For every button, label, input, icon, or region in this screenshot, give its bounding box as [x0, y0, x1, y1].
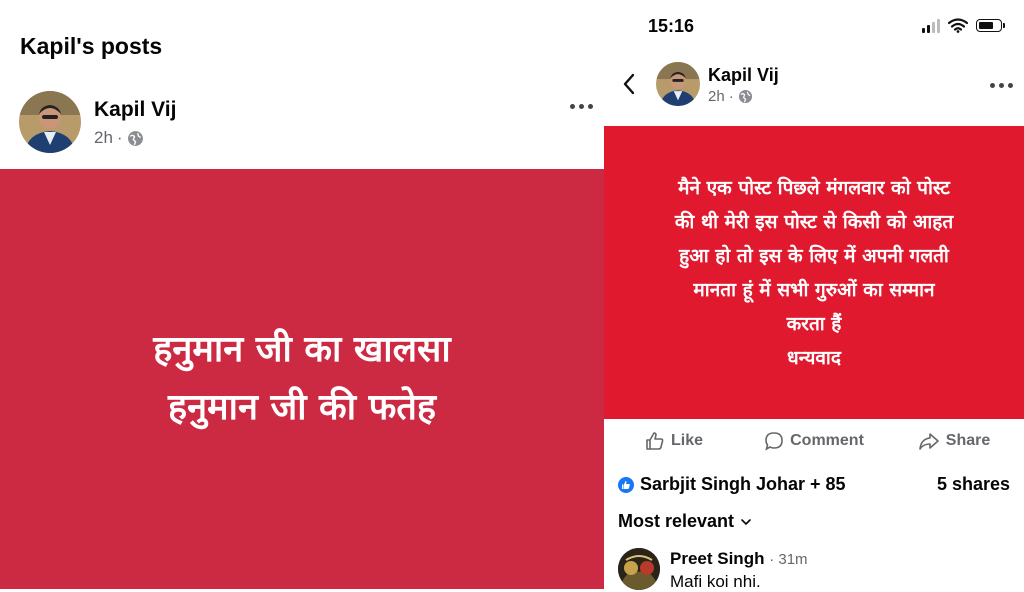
post-time: 2h [94, 128, 113, 147]
author-avatar[interactable] [656, 62, 700, 106]
thumbs-up-glyph [622, 480, 630, 489]
sort-label: Most relevant [618, 511, 735, 531]
more-options-button[interactable] [570, 104, 593, 109]
page-title: Kapil's posts [20, 33, 163, 59]
post-line: मानता हूं में सभी गुरुओं का सम्मान [693, 278, 935, 301]
dot [999, 83, 1004, 88]
comment-label: Comment [790, 432, 864, 449]
like-label: Like [670, 432, 703, 449]
dot [588, 104, 593, 109]
share-button[interactable]: Share [884, 431, 1024, 451]
commenter-name[interactable]: Preet Singh · 31m [670, 549, 808, 569]
like-reaction-icon [618, 476, 634, 493]
chevron-left-icon[interactable] [622, 72, 636, 96]
share-label: Share [945, 432, 991, 449]
thumbs-up-icon [646, 432, 664, 450]
post-line: धन्यवाद [787, 346, 841, 369]
avatar-image [19, 91, 81, 153]
more-options-button[interactable] [990, 83, 1013, 88]
dot [990, 83, 995, 88]
post-line: हनुमान जी की फतेह [168, 387, 436, 428]
status-time: 15:16 [648, 16, 695, 36]
chevron-down-icon [741, 518, 751, 525]
share-icon [918, 433, 939, 450]
comment-sort-dropdown[interactable]: Most relevant [618, 511, 752, 532]
comment-time: · 31m [769, 551, 808, 568]
comment-button[interactable]: Comment [744, 431, 884, 451]
dot [570, 104, 575, 109]
comment-text: Mafi koi nhi. [670, 572, 761, 591]
meta-separator: · [116, 128, 123, 147]
globe-icon [127, 130, 143, 146]
post-meta: 2h · [708, 88, 753, 105]
reactions-text: Sarbjit Singh Johar + 85 [640, 474, 846, 494]
avatar-image [656, 62, 700, 106]
dot [1008, 83, 1013, 88]
meta-separator: · [728, 88, 734, 105]
wifi-icon [948, 18, 968, 33]
author-name[interactable]: Kapil Vij [94, 98, 176, 122]
post-content: हनुमान जी का खालसा हनुमान जी की फतेह [0, 169, 604, 589]
battery-icon [976, 19, 1005, 32]
dot [579, 104, 584, 109]
avatar-image [618, 548, 660, 590]
status-icons [922, 18, 1005, 33]
commenter-avatar[interactable] [618, 548, 660, 590]
post-actions: Like Comment Share [604, 419, 1024, 463]
post-line: हुआ हो तो इस के लिए में अपनी गलती [679, 244, 949, 267]
reactions-summary[interactable]: Sarbjit Singh Johar + 85 [618, 474, 846, 495]
post-line: मैने एक पोस्ट पिछले मंगलवार को पोस्ट [678, 176, 950, 199]
signal-icon [922, 18, 940, 33]
post-line: हनुमान जी का खालसा [153, 329, 451, 370]
author-name[interactable]: Kapil Vij [708, 65, 779, 86]
shares-count[interactable]: 5 shares [937, 474, 1010, 495]
left-panel: Kapil's posts Kapil Vij 2h · हनुमान जी क… [0, 0, 604, 589]
post-content: मैने एक पोस्ट पिछले मंगलवार को पोस्ट की … [604, 126, 1024, 419]
author-avatar[interactable] [19, 91, 81, 153]
right-panel: 15:16 Kapil Vij 2h · मैने एक पोस्ट पिछले… [604, 0, 1024, 591]
comment-icon [765, 432, 783, 451]
globe-icon [738, 89, 752, 104]
post-line: करता हैं [786, 312, 842, 335]
post-line: की थी मेरी इस पोस्ट से किसी को आहत [674, 210, 954, 233]
post-time: 2h [708, 88, 725, 105]
like-button[interactable]: Like [604, 431, 744, 451]
post-meta: 2h · [94, 128, 144, 148]
commenter-name-text: Preet Singh [670, 549, 765, 568]
